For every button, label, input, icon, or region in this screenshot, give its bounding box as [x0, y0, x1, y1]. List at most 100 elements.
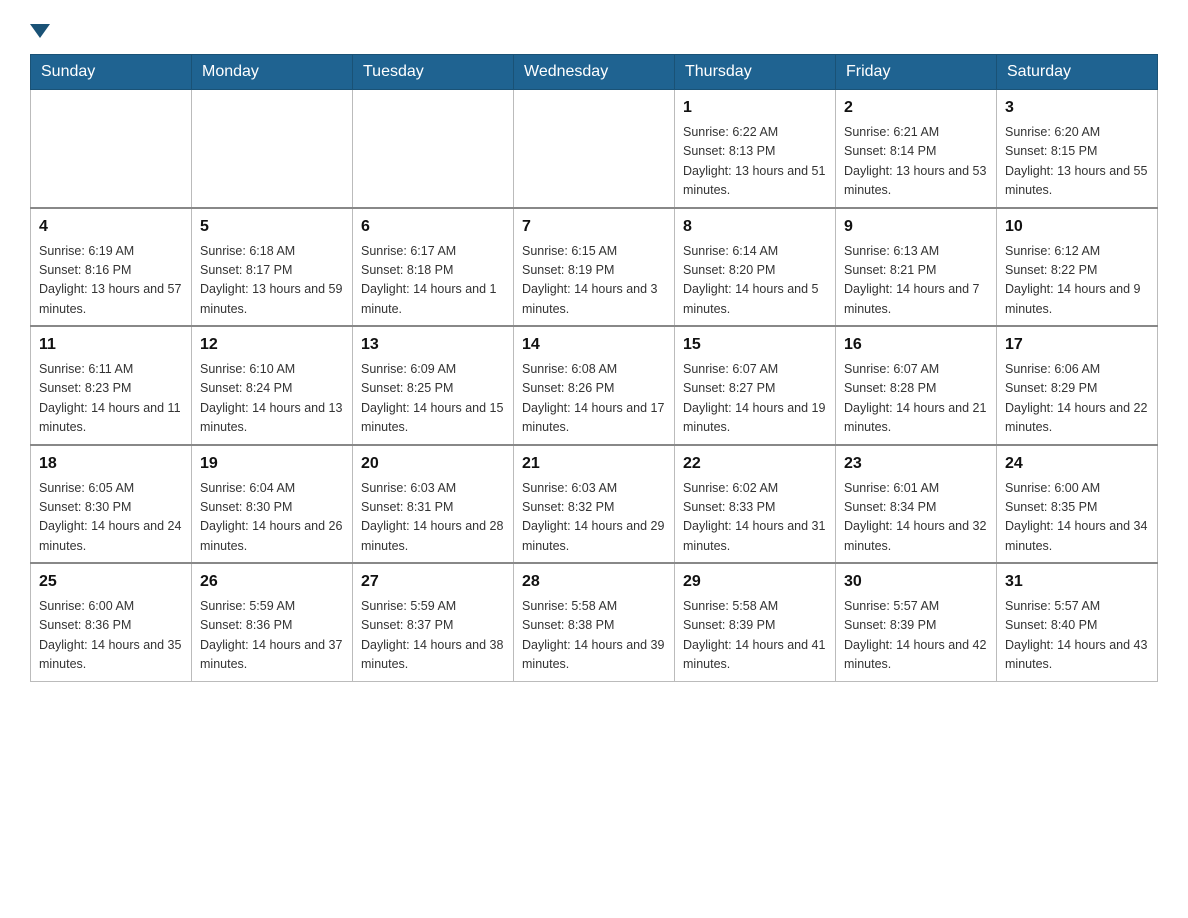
calendar-cell: 21 Sunrise: 6:03 AMSunset: 8:32 PMDayligh… — [514, 445, 675, 564]
calendar-cell: 30Sunrise: 5:57 AMSunset: 8:39 PMDayligh… — [836, 563, 997, 681]
day-number: 24 — [1005, 452, 1149, 476]
day-info: Sunrise: 6:19 AMSunset: 8:16 PMDaylight:… — [39, 242, 183, 320]
day-number: 4 — [39, 215, 183, 239]
day-number: 31 — [1005, 570, 1149, 594]
day-info: Sunrise: 6:15 AMSunset: 8:19 PMDaylight:… — [522, 242, 666, 320]
week-row-5: 25 Sunrise: 6:00 AMSunset: 8:36 PMDayligh… — [31, 563, 1158, 681]
day-info: Sunrise: 6:03 AMSunset: 8:32 PMDaylight:… — [522, 479, 666, 557]
calendar-cell: 17Sunrise: 6:06 AMSunset: 8:29 PMDayligh… — [997, 326, 1158, 445]
day-number: 3 — [1005, 96, 1149, 120]
calendar-cell: 5Sunrise: 6:18 AMSunset: 8:17 PMDaylight… — [192, 208, 353, 327]
day-number: 12 — [200, 333, 344, 357]
day-info: Sunrise: 6:12 AMSunset: 8:22 PMDaylight:… — [1005, 242, 1149, 320]
week-row-4: 18 Sunrise: 6:05 AMSunset: 8:30 PMDayligh… — [31, 445, 1158, 564]
day-info: Sunrise: 6:11 AMSunset: 8:23 PMDaylight:… — [39, 360, 183, 438]
day-header-wednesday: Wednesday — [514, 55, 675, 90]
week-row-2: 4 Sunrise: 6:19 AMSunset: 8:16 PMDaylight… — [31, 208, 1158, 327]
calendar-cell: 4 Sunrise: 6:19 AMSunset: 8:16 PMDaylight… — [31, 208, 192, 327]
day-info: Sunrise: 6:09 AMSunset: 8:25 PMDaylight:… — [361, 360, 505, 438]
day-number: 27 — [361, 570, 505, 594]
day-number: 13 — [361, 333, 505, 357]
day-header-monday: Monday — [192, 55, 353, 90]
day-number: 9 — [844, 215, 988, 239]
calendar-cell: 20 Sunrise: 6:03 AMSunset: 8:31 PMDayligh… — [353, 445, 514, 564]
day-number: 8 — [683, 215, 827, 239]
day-info: Sunrise: 6:08 AMSunset: 8:26 PMDaylight:… — [522, 360, 666, 438]
day-info: Sunrise: 6:03 AMSunset: 8:31 PMDaylight:… — [361, 479, 505, 557]
calendar-cell: 2 Sunrise: 6:21 AMSunset: 8:14 PMDaylight… — [836, 90, 997, 208]
calendar-cell — [192, 90, 353, 208]
calendar-cell: 3 Sunrise: 6:20 AMSunset: 8:15 PMDaylight… — [997, 90, 1158, 208]
calendar-cell: 1Sunrise: 6:22 AMSunset: 8:13 PMDaylight… — [675, 90, 836, 208]
day-info: Sunrise: 5:58 AMSunset: 8:38 PMDaylight:… — [522, 597, 666, 675]
page-header — [30, 20, 1158, 38]
calendar-cell: 10 Sunrise: 6:12 AMSunset: 8:22 PMDayligh… — [997, 208, 1158, 327]
day-info: Sunrise: 6:05 AMSunset: 8:30 PMDaylight:… — [39, 479, 183, 557]
calendar-cell: 25 Sunrise: 6:00 AMSunset: 8:36 PMDayligh… — [31, 563, 192, 681]
day-number: 10 — [1005, 215, 1149, 239]
calendar-cell: 23Sunrise: 6:01 AMSunset: 8:34 PMDayligh… — [836, 445, 997, 564]
calendar-cell: 6 Sunrise: 6:17 AMSunset: 8:18 PMDaylight… — [353, 208, 514, 327]
day-info: Sunrise: 5:57 AMSunset: 8:40 PMDaylight:… — [1005, 597, 1149, 675]
calendar-cell — [514, 90, 675, 208]
calendar-cell: 13 Sunrise: 6:09 AMSunset: 8:25 PMDayligh… — [353, 326, 514, 445]
logo-triangle-icon — [30, 24, 50, 38]
day-number: 5 — [200, 215, 344, 239]
calendar-cell — [31, 90, 192, 208]
day-number: 15 — [683, 333, 827, 357]
calendar-cell: 15 Sunrise: 6:07 AMSunset: 8:27 PMDayligh… — [675, 326, 836, 445]
day-info: Sunrise: 6:00 AMSunset: 8:36 PMDaylight:… — [39, 597, 183, 675]
calendar-cell: 8 Sunrise: 6:14 AMSunset: 8:20 PMDaylight… — [675, 208, 836, 327]
calendar-cell: 22Sunrise: 6:02 AMSunset: 8:33 PMDayligh… — [675, 445, 836, 564]
day-number: 23 — [844, 452, 988, 476]
day-number: 11 — [39, 333, 183, 357]
day-info: Sunrise: 6:04 AMSunset: 8:30 PMDaylight:… — [200, 479, 344, 557]
calendar-table: SundayMondayTuesdayWednesdayThursdayFrid… — [30, 54, 1158, 682]
day-number: 20 — [361, 452, 505, 476]
day-info: Sunrise: 6:20 AMSunset: 8:15 PMDaylight:… — [1005, 123, 1149, 201]
day-info: Sunrise: 6:00 AMSunset: 8:35 PMDaylight:… — [1005, 479, 1149, 557]
day-number: 22 — [683, 452, 827, 476]
day-number: 16 — [844, 333, 988, 357]
calendar-cell: 26 Sunrise: 5:59 AMSunset: 8:36 PMDayligh… — [192, 563, 353, 681]
day-info: Sunrise: 6:21 AMSunset: 8:14 PMDaylight:… — [844, 123, 988, 201]
calendar-cell: 24 Sunrise: 6:00 AMSunset: 8:35 PMDayligh… — [997, 445, 1158, 564]
calendar-cell: 18 Sunrise: 6:05 AMSunset: 8:30 PMDayligh… — [31, 445, 192, 564]
calendar-cell: 12 Sunrise: 6:10 AMSunset: 8:24 PMDayligh… — [192, 326, 353, 445]
calendar-cell: 29Sunrise: 5:58 AMSunset: 8:39 PMDayligh… — [675, 563, 836, 681]
day-number: 2 — [844, 96, 988, 120]
calendar-cell: 31 Sunrise: 5:57 AMSunset: 8:40 PMDayligh… — [997, 563, 1158, 681]
day-header-sunday: Sunday — [31, 55, 192, 90]
week-row-1: 1Sunrise: 6:22 AMSunset: 8:13 PMDaylight… — [31, 90, 1158, 208]
days-header-row: SundayMondayTuesdayWednesdayThursdayFrid… — [31, 55, 1158, 90]
day-info: Sunrise: 6:07 AMSunset: 8:28 PMDaylight:… — [844, 360, 988, 438]
calendar-cell: 19Sunrise: 6:04 AMSunset: 8:30 PMDayligh… — [192, 445, 353, 564]
day-number: 25 — [39, 570, 183, 594]
day-number: 26 — [200, 570, 344, 594]
day-header-saturday: Saturday — [997, 55, 1158, 90]
day-number: 18 — [39, 452, 183, 476]
day-number: 17 — [1005, 333, 1149, 357]
calendar-cell: 14 Sunrise: 6:08 AMSunset: 8:26 PMDayligh… — [514, 326, 675, 445]
day-header-tuesday: Tuesday — [353, 55, 514, 90]
calendar-cell: 28 Sunrise: 5:58 AMSunset: 8:38 PMDayligh… — [514, 563, 675, 681]
calendar-cell: 27 Sunrise: 5:59 AMSunset: 8:37 PMDayligh… — [353, 563, 514, 681]
day-info: Sunrise: 6:14 AMSunset: 8:20 PMDaylight:… — [683, 242, 827, 320]
day-info: Sunrise: 6:17 AMSunset: 8:18 PMDaylight:… — [361, 242, 505, 320]
day-number: 21 — [522, 452, 666, 476]
calendar-cell — [353, 90, 514, 208]
day-number: 14 — [522, 333, 666, 357]
day-number: 6 — [361, 215, 505, 239]
calendar-cell: 9Sunrise: 6:13 AMSunset: 8:21 PMDaylight… — [836, 208, 997, 327]
day-info: Sunrise: 6:10 AMSunset: 8:24 PMDaylight:… — [200, 360, 344, 438]
day-number: 28 — [522, 570, 666, 594]
day-info: Sunrise: 6:22 AMSunset: 8:13 PMDaylight:… — [683, 123, 827, 201]
day-info: Sunrise: 5:59 AMSunset: 8:37 PMDaylight:… — [361, 597, 505, 675]
day-info: Sunrise: 5:58 AMSunset: 8:39 PMDaylight:… — [683, 597, 827, 675]
day-info: Sunrise: 5:59 AMSunset: 8:36 PMDaylight:… — [200, 597, 344, 675]
day-number: 7 — [522, 215, 666, 239]
calendar-cell: 11 Sunrise: 6:11 AMSunset: 8:23 PMDayligh… — [31, 326, 192, 445]
day-header-friday: Friday — [836, 55, 997, 90]
day-info: Sunrise: 6:07 AMSunset: 8:27 PMDaylight:… — [683, 360, 827, 438]
week-row-3: 11 Sunrise: 6:11 AMSunset: 8:23 PMDayligh… — [31, 326, 1158, 445]
